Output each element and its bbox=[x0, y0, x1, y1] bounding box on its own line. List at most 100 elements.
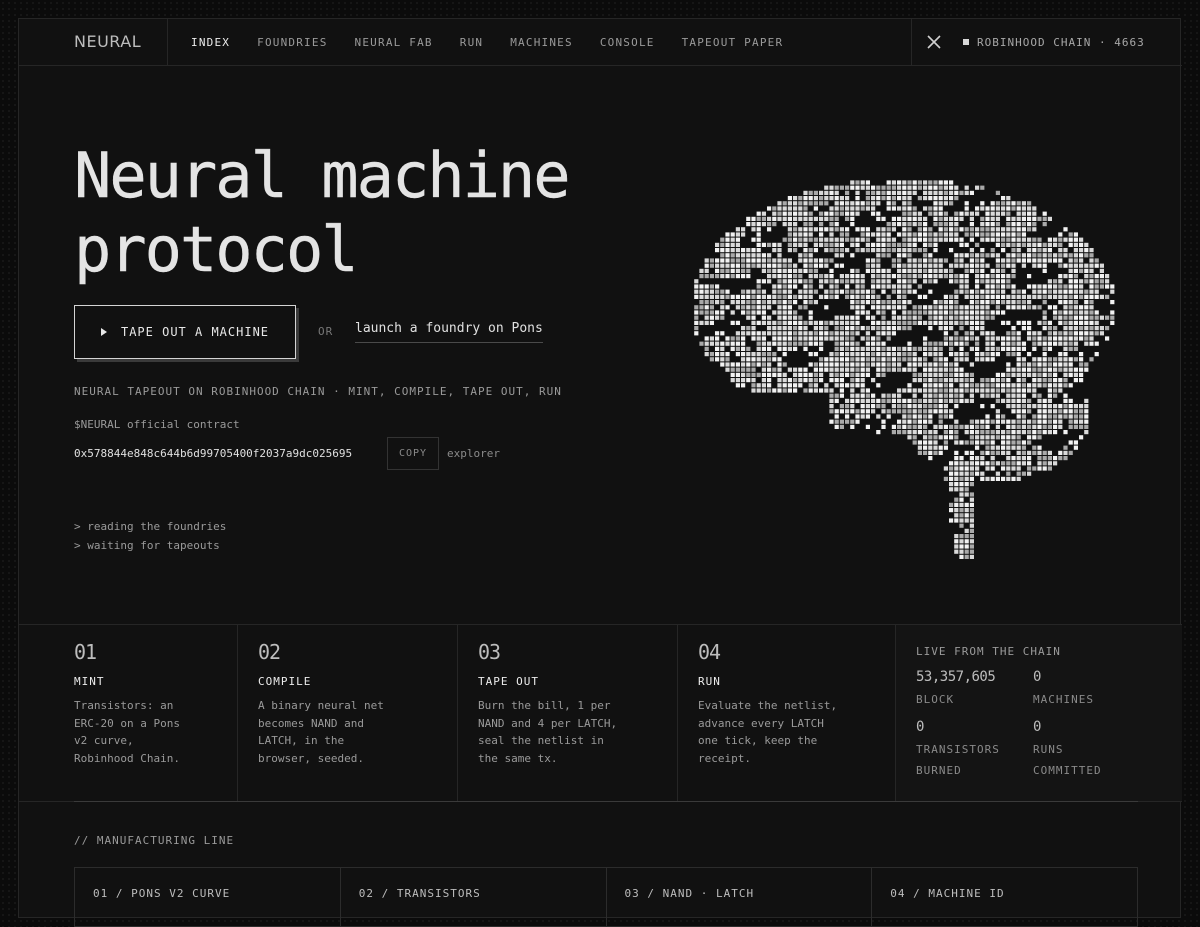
brain-pixel bbox=[964, 331, 969, 336]
brain-pixel bbox=[1042, 450, 1047, 455]
brain-pixel bbox=[1042, 320, 1047, 325]
brain-pixel bbox=[928, 232, 933, 237]
brain-pixel bbox=[912, 248, 917, 253]
brain-pixel bbox=[980, 424, 985, 429]
brain-pixel bbox=[1006, 476, 1011, 481]
brain-pixel bbox=[980, 456, 985, 461]
brain-pixel bbox=[751, 310, 756, 315]
brain-pixel bbox=[1042, 419, 1047, 424]
brain-pixel bbox=[1094, 352, 1099, 357]
brain-pixel bbox=[1021, 471, 1026, 476]
brain-pixel bbox=[1021, 232, 1026, 237]
brain-pixel bbox=[834, 315, 839, 320]
brain-pixel bbox=[1063, 393, 1068, 398]
brain-pixel bbox=[829, 419, 834, 424]
brain-pixel bbox=[969, 320, 974, 325]
brain-pixel bbox=[1047, 424, 1052, 429]
brain-pixel bbox=[782, 279, 787, 284]
explorer-link[interactable]: explorer bbox=[447, 447, 500, 460]
stat-label-line: BURNED bbox=[916, 764, 962, 777]
brain-pixel bbox=[850, 237, 855, 242]
brain-pixel bbox=[949, 201, 954, 206]
brain-pixel bbox=[777, 201, 782, 206]
brain-pixel bbox=[897, 216, 902, 221]
brain-pixel bbox=[980, 331, 985, 336]
brain-pixel bbox=[855, 378, 860, 383]
nav-link-console[interactable]: CONSOLE bbox=[600, 36, 655, 49]
brain-pixel bbox=[1047, 258, 1052, 263]
brain-pixel bbox=[954, 279, 959, 284]
brain-pixel bbox=[1053, 331, 1058, 336]
brain-pixel bbox=[1027, 466, 1032, 471]
brain-pixel bbox=[1063, 320, 1068, 325]
brain-pixel bbox=[756, 388, 761, 393]
brain-pixel bbox=[928, 341, 933, 346]
nav-link-run[interactable]: RUN bbox=[460, 36, 483, 49]
brain-pixel bbox=[1047, 305, 1052, 310]
brain-pixel bbox=[975, 279, 980, 284]
brain-pixel bbox=[980, 450, 985, 455]
brain-pixel bbox=[813, 300, 818, 305]
brain-pixel bbox=[954, 476, 959, 481]
brain-pixel bbox=[839, 232, 844, 237]
nav-link-foundries[interactable]: FOUNDRIES bbox=[257, 36, 327, 49]
brain-pixel bbox=[995, 471, 1000, 476]
brain-pixel bbox=[923, 268, 928, 273]
brain-pixel bbox=[1073, 372, 1078, 377]
step-description: Transistors: an ERC-20 on a Pons v2 curv… bbox=[74, 697, 180, 767]
brain-pixel bbox=[860, 279, 865, 284]
brain-pixel bbox=[907, 248, 912, 253]
brain-pixel bbox=[1011, 346, 1016, 351]
brain-pixel bbox=[824, 248, 829, 253]
brain-pixel bbox=[954, 336, 959, 341]
brain-pixel bbox=[1027, 258, 1032, 263]
brain-pixel bbox=[839, 409, 844, 414]
brain-pixel bbox=[949, 263, 954, 268]
brain-pixel bbox=[943, 216, 948, 221]
contract-address[interactable]: 0x578844e848c644b6d99705400f2037a9dc0256… bbox=[74, 447, 352, 460]
brain-pixel bbox=[917, 320, 922, 325]
brain-pixel bbox=[865, 227, 870, 232]
brain-pixel bbox=[834, 289, 839, 294]
brain-pixel bbox=[969, 305, 974, 310]
tape-out-button[interactable]: TAPE OUT A MACHINE bbox=[74, 305, 296, 359]
nav-link-tapeout-paper[interactable]: TAPEOUT PAPER bbox=[682, 36, 784, 49]
brain-pixel bbox=[1011, 258, 1016, 263]
launch-foundry-link[interactable]: launch a foundry on Pons bbox=[355, 321, 543, 343]
brain-pixel bbox=[725, 336, 730, 341]
brain-pixel bbox=[928, 268, 933, 273]
nav-link-index[interactable]: INDEX bbox=[191, 36, 230, 49]
brain-pixel bbox=[813, 331, 818, 336]
brain-pixel bbox=[1047, 404, 1052, 409]
nav-link-machines[interactable]: MACHINES bbox=[510, 36, 573, 49]
brain-pixel bbox=[912, 409, 917, 414]
brain-pixel bbox=[1037, 414, 1042, 419]
brain-pixel bbox=[798, 232, 803, 237]
brain-pixel bbox=[1058, 409, 1063, 414]
brain-pixel bbox=[798, 294, 803, 299]
brain-pixel bbox=[850, 336, 855, 341]
hero-title-line-2: protocol bbox=[74, 213, 359, 286]
brain-pixel bbox=[767, 341, 772, 346]
brand-logo[interactable]: NEURAL bbox=[19, 19, 168, 65]
brain-pixel bbox=[1027, 367, 1032, 372]
brain-pixel bbox=[725, 341, 730, 346]
brain-pixel bbox=[980, 461, 985, 466]
brain-pixel bbox=[902, 300, 907, 305]
brain-pixel bbox=[1021, 216, 1026, 221]
brain-pixel bbox=[1089, 320, 1094, 325]
brain-pixel bbox=[829, 268, 834, 273]
brain-pixel bbox=[1068, 404, 1073, 409]
brain-pixel bbox=[923, 367, 928, 372]
brain-pixel bbox=[949, 268, 954, 273]
nav-link-neural-fab[interactable]: NEURAL FAB bbox=[355, 36, 433, 49]
copy-button[interactable]: COPY bbox=[387, 437, 439, 470]
brain-pixel bbox=[845, 196, 850, 201]
brain-pixel bbox=[756, 237, 761, 242]
brain-pixel bbox=[1058, 248, 1063, 253]
brain-pixel bbox=[1047, 409, 1052, 414]
brain-pixel bbox=[715, 310, 720, 315]
brain-pixel bbox=[829, 357, 834, 362]
brain-pixel bbox=[907, 424, 912, 429]
x-logo-icon[interactable] bbox=[927, 35, 941, 49]
